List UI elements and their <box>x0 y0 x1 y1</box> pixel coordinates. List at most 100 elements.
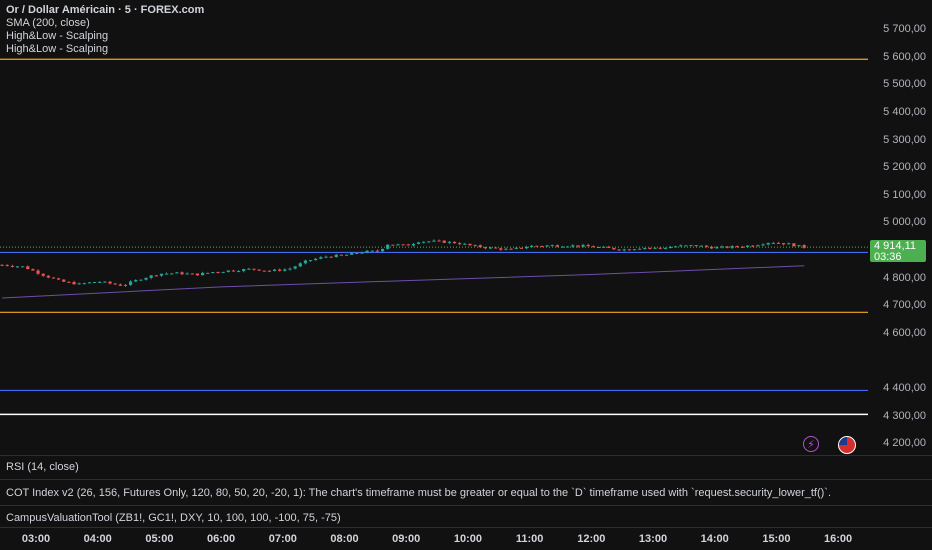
candle-body <box>252 268 256 270</box>
price-tick-label: 5 100,00 <box>883 188 926 201</box>
candle-body <box>406 244 410 246</box>
indicator-highlow-label-2[interactable]: High&Low - Scalping <box>6 43 204 56</box>
candle-body <box>792 243 796 247</box>
candle-body <box>797 245 801 247</box>
candle-body <box>190 273 194 275</box>
candle-body <box>93 281 97 283</box>
price-tick-label: 5 700,00 <box>883 23 926 36</box>
rsi-pane-label[interactable]: RSI (14, close) <box>6 461 79 473</box>
pane-divider[interactable] <box>0 479 932 480</box>
candle-body <box>288 268 292 270</box>
candle-body <box>350 252 354 255</box>
candle-body <box>694 245 698 247</box>
candle-body <box>488 247 493 249</box>
time-tick-label: 15:00 <box>762 533 791 545</box>
candle-body <box>329 256 333 258</box>
candle-body <box>648 248 652 250</box>
candle-body <box>293 266 297 269</box>
candle-body <box>679 245 683 247</box>
candle-body <box>391 244 395 246</box>
lightning-icon[interactable]: ⚡ <box>803 436 819 452</box>
time-tick-label: 12:00 <box>577 533 606 545</box>
candle-body <box>206 272 210 274</box>
indicator-highlow-label-1[interactable]: High&Low - Scalping <box>6 30 204 43</box>
candle-body <box>221 271 225 273</box>
candle-body <box>653 247 657 249</box>
campus-pane-label[interactable]: CampusValuationTool (ZB1!, GC1!, DXY, 10… <box>6 512 341 524</box>
candle-body <box>26 266 30 270</box>
candle-body <box>766 242 770 245</box>
candle-body <box>5 264 9 266</box>
candle-body <box>504 248 508 250</box>
candle-body <box>612 247 616 250</box>
candle-body <box>545 245 549 247</box>
price-chart[interactable] <box>0 0 932 550</box>
price-tick-label: 5 600,00 <box>883 50 926 63</box>
candle-body <box>262 270 266 272</box>
candle-body <box>499 248 503 250</box>
candle-body <box>638 248 642 250</box>
candle-body <box>108 281 112 284</box>
candle-body <box>118 284 122 286</box>
candle-body <box>411 243 415 246</box>
candle-body <box>586 244 590 247</box>
time-tick-label: 16:00 <box>824 533 853 545</box>
candle-body <box>401 244 405 246</box>
candle-body <box>581 244 585 247</box>
candle-body <box>370 250 374 252</box>
price-tick-label: 4 200,00 <box>883 437 926 450</box>
candle-body <box>365 250 369 253</box>
candle-body <box>164 273 169 275</box>
candle-body <box>617 249 621 251</box>
candle-body <box>72 282 76 285</box>
cot-pane-label[interactable]: COT Index v2 (26, 156, Futures Only, 120… <box>6 487 831 499</box>
pane-divider[interactable] <box>0 505 932 506</box>
candle-body <box>632 249 637 251</box>
candle-body <box>87 282 92 284</box>
candle-body <box>149 275 153 278</box>
candle-body <box>658 247 662 249</box>
chart-legend: Or / Dollar Américain · 5 · FOREX.com SM… <box>6 4 204 56</box>
candle-body <box>396 244 400 246</box>
candle-body <box>555 245 559 247</box>
candle-body <box>185 273 189 275</box>
price-tick-label: 4 300,00 <box>883 409 926 422</box>
candle-body <box>0 264 4 266</box>
symbol-title[interactable]: Or / Dollar Américain · 5 · FOREX.com <box>6 4 204 17</box>
bar-countdown: 03:36 <box>874 251 902 263</box>
last-price-tag: 4 914,11 03:36 <box>870 240 926 263</box>
candle-body <box>334 254 338 258</box>
candle-body <box>134 280 138 282</box>
candle-body <box>514 247 518 249</box>
time-tick-label: 09:00 <box>392 533 421 545</box>
candle-body <box>272 269 277 271</box>
pane-divider[interactable] <box>0 527 932 528</box>
candle-body <box>21 266 25 268</box>
candle-body <box>452 241 457 244</box>
time-tick-label: 13:00 <box>638 533 668 545</box>
candle-body <box>447 241 451 243</box>
time-tick-label: 03:00 <box>21 533 51 545</box>
indicator-sma-label[interactable]: SMA (200, close) <box>6 17 204 30</box>
price-tick-label: 5 000,00 <box>883 216 926 229</box>
candle-body <box>257 269 261 271</box>
candle-body <box>139 279 143 281</box>
pane-divider[interactable] <box>0 455 932 456</box>
candle-body <box>380 248 385 252</box>
candle-body <box>36 270 40 274</box>
candle-body <box>31 269 35 271</box>
us-flag-icon[interactable] <box>838 436 856 454</box>
sma-200-line[interactable] <box>2 265 805 299</box>
price-tick-label: 4 400,00 <box>883 382 926 395</box>
candle-body <box>550 245 554 247</box>
candle-body <box>98 281 102 283</box>
candle-body <box>771 242 775 244</box>
candle-body <box>689 245 693 247</box>
price-tick-label: 4 600,00 <box>883 326 926 339</box>
candle-body <box>463 243 467 245</box>
price-tick-label: 4 700,00 <box>883 299 926 312</box>
candle-body <box>319 257 323 259</box>
candle-body <box>303 260 308 264</box>
candle-body <box>432 240 436 242</box>
candle-body <box>437 240 441 242</box>
